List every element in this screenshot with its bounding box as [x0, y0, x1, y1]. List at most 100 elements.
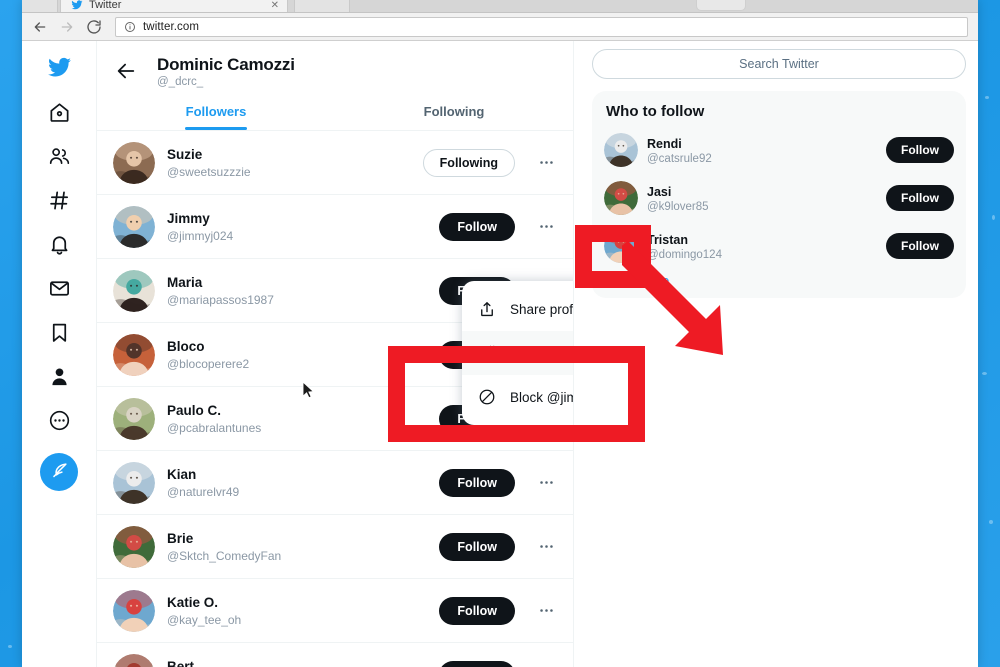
- menu-item-remove-follower-label: Remove this follower: [510, 345, 573, 361]
- forward-arrow-icon: [59, 19, 75, 35]
- avatar: [113, 589, 155, 632]
- block-icon: [478, 388, 496, 406]
- follower-meta: Kian @naturelvr49: [167, 466, 427, 499]
- profile-handle: @_dcrc_: [157, 76, 204, 88]
- search-input[interactable]: Search Twitter: [592, 49, 966, 79]
- following-button[interactable]: Following: [422, 148, 515, 177]
- browser-tab-previous[interactable]: [22, 0, 58, 12]
- browser-tab-next[interactable]: [294, 0, 350, 12]
- who-to-follow-title: Who to follow: [606, 103, 705, 120]
- desktop-speck: [982, 372, 987, 375]
- compose-tweet-button[interactable]: [40, 453, 78, 491]
- follow-button[interactable]: Follow: [439, 596, 515, 625]
- follower-handle: @Sktch_ComedyFan: [167, 549, 282, 563]
- page-title: Dominic Camozzi: [157, 55, 295, 74]
- follower-handle: @naturelvr49: [167, 485, 240, 499]
- follow-button[interactable]: Follow: [886, 137, 954, 163]
- follower-options-button[interactable]: [533, 598, 559, 624]
- twitter-app: Dominic Camozzi @_dcrc_ Followers Follow…: [22, 41, 978, 667]
- share-icon: [478, 300, 496, 318]
- menu-item-block-user-label: Block @jimmyj024: [510, 389, 573, 405]
- browser-tab-title: Twitter: [89, 0, 122, 11]
- sidebar-item-profile[interactable]: [38, 357, 80, 401]
- desktop-speck: [989, 520, 993, 524]
- avatar: [113, 525, 155, 568]
- menu-item-remove-follower[interactable]: Remove this follower: [462, 331, 573, 375]
- desktop-speck: [985, 96, 989, 99]
- twitter-bird-icon: [47, 55, 72, 85]
- reload-icon[interactable]: [86, 19, 102, 35]
- follow-button[interactable]: Follow: [439, 212, 515, 241]
- follower-handle: @jimmyj024: [167, 229, 234, 243]
- back-arrow-icon[interactable]: [115, 60, 137, 82]
- browser-tab-strip: Twitter ✕: [22, 0, 978, 13]
- follower-handle: @mariapassos1987: [167, 293, 274, 307]
- sidebar-item-communities[interactable]: [38, 137, 80, 181]
- follow-button[interactable]: Follow: [439, 468, 515, 497]
- sidebar-item-messages[interactable]: [38, 269, 80, 313]
- follower-meta: Bert@wrldsbest: [167, 658, 427, 667]
- suggestion-meta: Tristan @domingo124: [647, 231, 877, 261]
- follow-button[interactable]: Follow: [886, 185, 954, 211]
- sidebar-item-home[interactable]: [38, 93, 80, 137]
- follow-button[interactable]: Follow: [439, 660, 515, 667]
- follower-meta: Brie @Sktch_ComedyFan: [167, 530, 427, 563]
- who-to-follow-card: Who to follow Rendi @catsrule92 Follow Jasi…: [592, 91, 966, 298]
- menu-item-share-profile-label: Share profile via...: [510, 301, 574, 317]
- follower-row[interactable]: Bert@wrldsbest Follow: [97, 643, 573, 667]
- avatar: [113, 205, 155, 248]
- follower-meta: Jimmy @jimmyj024: [167, 210, 427, 243]
- tab-followers[interactable]: Followers: [97, 96, 335, 130]
- follower-row[interactable]: Katie O. @kay_tee_oh Follow: [97, 579, 573, 643]
- who-to-follow-row[interactable]: Rendi @catsrule92 Follow: [592, 126, 966, 174]
- who-to-follow-row[interactable]: Jasi @k9lover85 Follow: [592, 174, 966, 222]
- follow-button[interactable]: Follow: [886, 233, 954, 259]
- follower-options-button[interactable]: [533, 662, 559, 667]
- bell-icon: [48, 233, 71, 261]
- twitter-bird-icon: [71, 0, 83, 11]
- follower-handle: @blocoperere2: [167, 357, 250, 371]
- sidebar-item-twitter-logo[interactable]: [38, 47, 80, 93]
- close-icon[interactable]: ✕: [271, 0, 279, 11]
- follow-button[interactable]: Follow: [439, 532, 515, 561]
- follower-options-button[interactable]: [533, 150, 559, 176]
- show-more-link[interactable]: Show more: [592, 270, 966, 290]
- address-bar[interactable]: twitter.com: [115, 16, 968, 37]
- follower-name: Katie O.: [167, 595, 219, 610]
- back-arrow-icon[interactable]: [32, 19, 48, 35]
- who-to-follow-row[interactable]: Tristan @domingo124 Follow: [592, 222, 966, 270]
- desktop-background: Twitter ✕ twitter.com Dominic Camozzi @_…: [0, 0, 1000, 667]
- new-tab-button[interactable]: [696, 0, 746, 11]
- follower-meta: Suzie @sweetsuzzzie: [167, 146, 411, 179]
- menu-item-block-user[interactable]: Block @jimmyj024: [462, 375, 573, 419]
- site-info-icon[interactable]: [124, 21, 136, 33]
- avatar: [113, 333, 155, 376]
- follower-options-button[interactable]: [533, 470, 559, 496]
- browser-window: Twitter ✕ twitter.com Dominic Camozzi @_…: [22, 0, 978, 667]
- tab-following[interactable]: Following: [335, 96, 573, 130]
- browser-tab-active[interactable]: Twitter ✕: [60, 0, 288, 12]
- suggestion-handle: @domingo124: [647, 249, 722, 261]
- follower-row[interactable]: Suzie @sweetsuzzzie Following: [97, 131, 573, 195]
- follower-name: Paulo C.: [167, 403, 222, 418]
- follower-options-button[interactable]: [533, 214, 559, 240]
- menu-item-share-profile[interactable]: Share profile via...: [462, 287, 574, 331]
- sidebar-item-more[interactable]: [38, 401, 80, 445]
- follower-name: Bloco: [167, 339, 205, 354]
- follower-options-button[interactable]: [533, 534, 559, 560]
- follower-row[interactable]: Jimmy @jimmyj024 Follow: [97, 195, 573, 259]
- follower-row[interactable]: Kian @naturelvr49 Follow: [97, 451, 573, 515]
- avatar: [113, 141, 155, 184]
- avatar: [604, 181, 638, 215]
- avatar: [113, 269, 155, 312]
- browser-toolbar: twitter.com: [22, 13, 978, 41]
- follower-row[interactable]: Brie @Sktch_ComedyFan Follow: [97, 515, 573, 579]
- person-icon: [48, 365, 71, 393]
- hashtag-icon: [48, 189, 71, 217]
- tab-followers-label: Followers: [185, 104, 247, 119]
- sidebar-item-bookmarks[interactable]: [38, 313, 80, 357]
- who-to-follow-list: Rendi @catsrule92 Follow Jasi @k9lover85 Foll…: [592, 126, 966, 270]
- sidebar-item-explore[interactable]: [38, 181, 80, 225]
- sidebar-item-notifications[interactable]: [38, 225, 80, 269]
- follower-name: Kian: [167, 467, 197, 482]
